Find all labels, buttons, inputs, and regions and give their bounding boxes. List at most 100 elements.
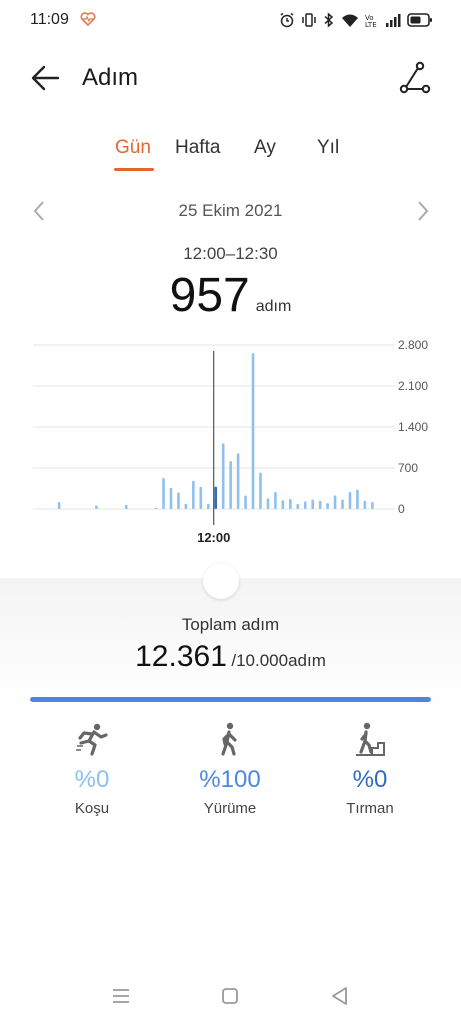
selected-time-range: 12:00–12:30 (183, 244, 278, 263)
goal-progress-fill (30, 697, 431, 702)
battery-icon (407, 12, 433, 28)
activity-walking: %100 Yürüme (170, 718, 290, 817)
chart-bar (154, 507, 158, 509)
chart-bar (244, 495, 247, 509)
signal-icon (385, 12, 401, 28)
home-icon (222, 988, 238, 1004)
nav-back-button[interactable] (327, 983, 353, 1009)
activity-running: %0 Koşu (32, 718, 152, 817)
selected-step-value: 957 adım (0, 268, 461, 323)
back-button[interactable] (30, 63, 62, 93)
period-tabs: Gün Hafta Ay Yıl (0, 137, 461, 177)
heart-icon (80, 12, 96, 27)
total-steps-value: 12.361 (135, 640, 227, 673)
chart-bar (363, 500, 367, 509)
y-tick-label: 700 (398, 461, 418, 475)
running-percent: %0 (74, 766, 110, 793)
chart-bar (296, 503, 300, 509)
chart-bar (348, 492, 352, 509)
tab-year[interactable]: Yıl (317, 137, 339, 159)
walking-icon (213, 722, 247, 756)
chart-bar (95, 505, 98, 509)
chart-bar (274, 492, 277, 509)
chart-bar (124, 504, 128, 509)
bluetooth-icon (323, 12, 335, 28)
y-tick-label: 2.800 (398, 338, 428, 352)
status-bar: 11:09 Vo LTE (0, 0, 461, 40)
steps-chart[interactable]: 2.8002.1001.400700012:0000:0006:0018:000… (0, 328, 461, 558)
chart-bar (341, 499, 344, 509)
chart-bar (214, 486, 218, 509)
chart-bar (192, 480, 195, 509)
active-tab-indicator (114, 168, 154, 171)
y-tick-label: 2.100 (398, 379, 428, 393)
selected-x-tick-label: 12:00 (197, 530, 230, 545)
date-navigator: 25 Ekim 2021 (0, 198, 461, 228)
climbing-percent: %0 (352, 766, 388, 793)
y-tick-label: 1.400 (398, 420, 428, 434)
activity-climbing: %0 Tırman (310, 718, 430, 817)
chart-bar (371, 501, 374, 509)
walking-label: Yürüme (203, 800, 257, 817)
chart-bar (162, 477, 165, 509)
chart-bar (289, 499, 292, 509)
chart-bar (184, 503, 188, 509)
running-label: Koşu (74, 800, 110, 817)
chart-bar (206, 503, 210, 509)
chart-bar (303, 501, 307, 509)
chart-bar (57, 501, 61, 509)
menu-icon (113, 989, 129, 1003)
status-icons: Vo LTE (279, 12, 433, 28)
system-nav-bar (0, 978, 461, 1014)
arrow-left-icon (31, 65, 60, 91)
chart-bar (251, 353, 255, 509)
selected-step-number: 957 (169, 269, 250, 322)
x-tick-label: 18:00 (289, 556, 319, 558)
chart-bar (169, 487, 173, 509)
route-button[interactable] (398, 61, 432, 95)
status-time: 11:09 (30, 11, 69, 28)
route-icon (399, 61, 431, 94)
next-date-button[interactable] (412, 198, 434, 224)
chart-bar (318, 500, 322, 509)
chart-bar (259, 472, 262, 509)
vibrate-icon (301, 12, 317, 28)
chart-bar (229, 460, 232, 509)
step-goal: /10.000adım (231, 651, 326, 670)
chart-bar (177, 492, 180, 509)
activity-breakdown: %0 Koşu %100 Yürüme %0 Tırman (0, 718, 461, 828)
volte-icon: Vo LTE (365, 12, 379, 28)
walking-percent: %100 (199, 766, 261, 793)
chevron-right-icon (418, 201, 429, 221)
climbing-icon (353, 722, 387, 756)
page-title: Adım (82, 64, 139, 91)
x-tick-label: 06:00 (120, 556, 150, 558)
alarm-icon (279, 12, 295, 28)
chart-bar (326, 503, 329, 509)
tab-month[interactable]: Ay (254, 137, 276, 159)
chart-bar (281, 500, 285, 509)
chart-bar (311, 499, 314, 509)
tab-week[interactable]: Hafta (175, 137, 220, 159)
tab-day[interactable]: Gün (115, 137, 151, 159)
total-steps-label: Toplam adım (181, 615, 280, 634)
chart-bar (199, 486, 203, 509)
y-tick-label: 0 (398, 502, 405, 516)
chart-bar (333, 495, 337, 509)
date-label: 25 Ekim 2021 (178, 201, 283, 220)
running-icon (75, 722, 109, 756)
chart-bar (236, 453, 240, 509)
chart-bar (266, 498, 270, 509)
goal-progress-bar (30, 697, 431, 702)
chart-scrubber-knob[interactable] (203, 563, 239, 599)
home-button[interactable] (217, 983, 243, 1009)
selected-step-unit: adım (255, 298, 292, 315)
svg-text:LTE: LTE (365, 21, 377, 28)
menu-button[interactable] (108, 983, 134, 1009)
back-icon (332, 987, 347, 1005)
chart-bar (356, 489, 359, 509)
wifi-icon (341, 12, 359, 28)
app-header: Adım (0, 55, 461, 101)
total-steps: 12.361 /10.000adım (0, 640, 461, 674)
climbing-label: Tırman (346, 800, 394, 817)
